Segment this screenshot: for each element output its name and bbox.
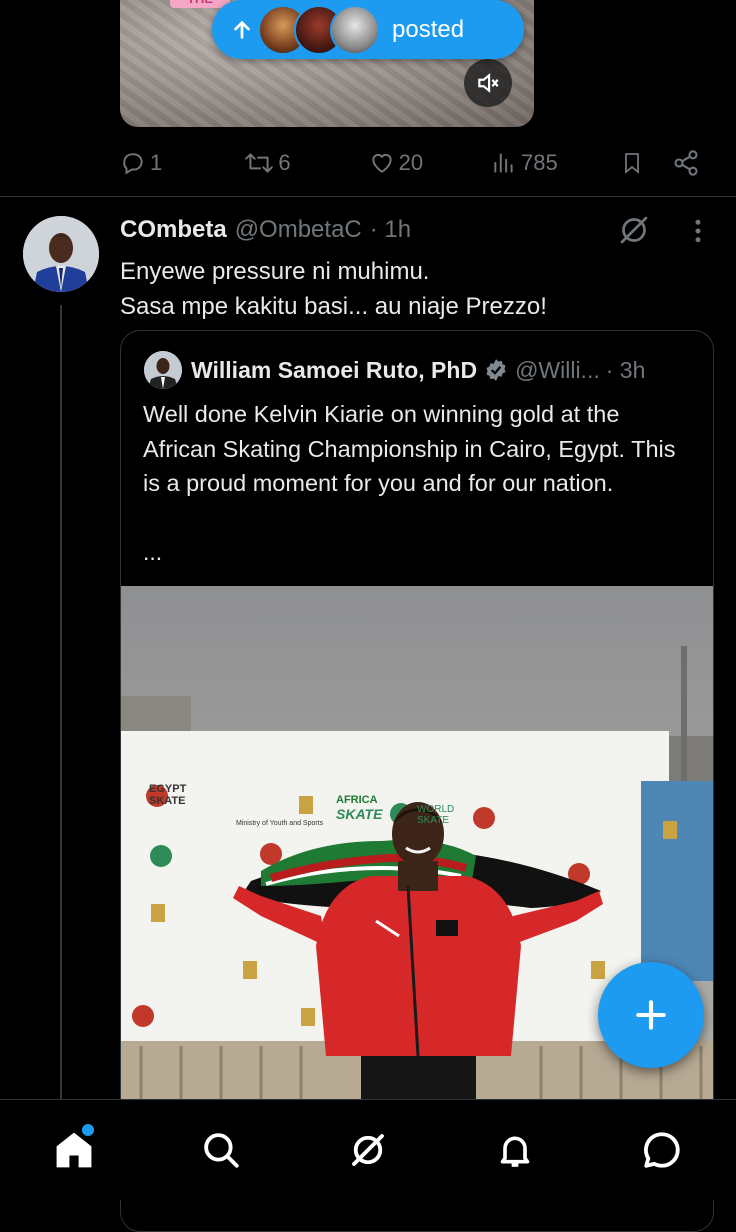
nav-grok[interactable] [328, 1110, 408, 1190]
reply-icon [123, 153, 143, 175]
quoted-text-ellipsis: ... [143, 539, 163, 565]
author-avatar[interactable] [23, 216, 99, 292]
quoted-post-time: · 3h [605, 356, 646, 383]
banner-world: SKATE [417, 815, 450, 826]
banner-text: EGYPT SKATE [149, 783, 186, 807]
post-text-line: Enyewe pressure ni muhimu. [120, 258, 430, 285]
nav-home[interactable] [34, 1110, 114, 1190]
nav-notifications[interactable] [475, 1110, 555, 1190]
grok-icon [620, 216, 648, 244]
more-options-button[interactable] [688, 216, 708, 251]
reply-button[interactable]: 1 [120, 150, 244, 176]
banner-brand: SKATE [149, 795, 186, 807]
repost-count: 6 [278, 150, 291, 175]
previous-post-actions: 1 6 20 785 [120, 148, 700, 178]
repost-button[interactable]: 6 [244, 150, 368, 176]
bookmark-button[interactable] [620, 150, 672, 176]
messages-icon [644, 1132, 680, 1168]
views-icon [494, 153, 513, 173]
mute-button[interactable] [464, 59, 512, 107]
heart-icon [372, 153, 392, 173]
bell-icon [500, 1136, 530, 1167]
banner-ministry: Ministry of Youth and Sports [236, 820, 324, 827]
speaker-muted-icon [478, 73, 499, 93]
nav-messages[interactable] [622, 1110, 702, 1190]
banner-text: SKATE [336, 806, 382, 822]
post-text: Enyewe pressure ni muhimu. Sasa mpe kaki… [120, 254, 710, 324]
like-button[interactable]: 20 [369, 150, 491, 176]
views-count: 785 [520, 150, 558, 175]
notification-dot [81, 1124, 94, 1136]
verified-badge-icon [486, 359, 506, 381]
post-time[interactable]: · 1h [370, 216, 411, 244]
quoted-author-name: William Samoei Ruto, PhD [191, 356, 478, 383]
banner-world: WORLD [417, 804, 455, 815]
author-name[interactable]: COmbeta [120, 216, 227, 244]
banner-africa: AFRICA [336, 794, 378, 806]
author-photo [23, 216, 99, 292]
quoted-post[interactable]: William Samoei Ruto, PhD @Willi... · 3h … [120, 330, 714, 1232]
reply-count: 1 [150, 150, 163, 175]
posted-label: posted [392, 15, 465, 43]
post-text-line: Sasa mpe kakitu basi... au niaje Prezzo! [120, 293, 547, 320]
quoted-author-avatar [144, 351, 182, 389]
author-handle[interactable]: @OmbetaC [235, 216, 362, 244]
bookmark-icon [625, 153, 640, 174]
nav-search[interactable] [181, 1110, 261, 1190]
repost-icon [245, 153, 274, 173]
post-header: COmbeta @OmbetaC · 1h [120, 214, 411, 246]
banner-skate: SKATE [336, 806, 383, 822]
more-icon [695, 219, 701, 243]
banner-brand: EGYPT [149, 783, 187, 795]
pill-avatar [330, 4, 380, 55]
quoted-author-handle: @Willi... [515, 356, 600, 383]
share-icon [674, 150, 698, 176]
banner-text: WORLD SKATE [417, 804, 454, 826]
grok-button[interactable] [616, 212, 652, 253]
banner-text: Ministry of Youth and Sports [236, 820, 323, 827]
bottom-navigation [0, 1099, 736, 1200]
search-icon [203, 1133, 239, 1168]
like-count: 20 [398, 150, 424, 175]
quoted-text: Well done Kelvin Kiarie on winning gold … [143, 401, 676, 496]
banner-text: AFRICA [336, 794, 378, 806]
compose-button[interactable] [598, 962, 704, 1068]
views-button[interactable]: 785 [491, 150, 620, 176]
plus-icon [636, 1000, 666, 1030]
thread-line [60, 305, 62, 1105]
post-divider [0, 196, 736, 197]
grok-icon [352, 1134, 384, 1166]
quoted-header: William Samoei Ruto, PhD @Willi... · 3h [191, 353, 645, 387]
share-button[interactable] [672, 149, 700, 177]
new-posts-pill[interactable]: posted [212, 0, 524, 59]
